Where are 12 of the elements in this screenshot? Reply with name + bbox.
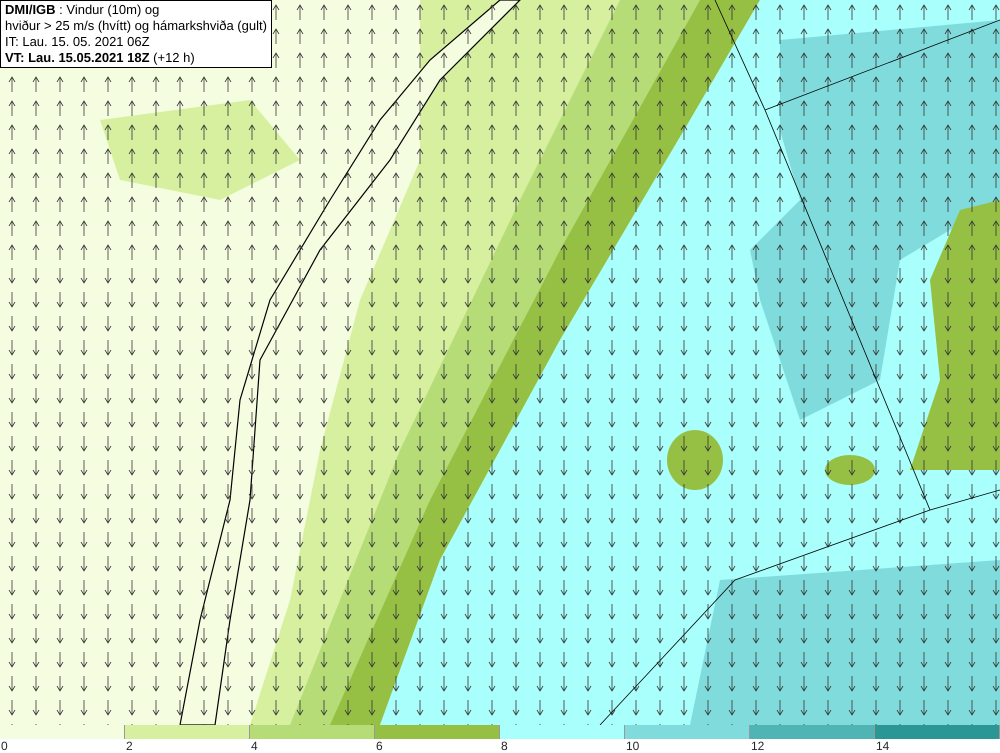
info-text: DMI/IGB : Vindur (10m) og: [5, 2, 160, 18]
info-text: IT: Lau. 15. 05. 2021 06Z: [5, 34, 151, 50]
info-text: hviður > 25 m/s (hvítt) og hámarkshviða (gult): [5, 18, 267, 34]
legend-label: 14: [875, 739, 890, 753]
legend-label: 6: [375, 739, 383, 753]
legend-label: 0: [0, 739, 8, 753]
info-text: VT: Lau. 15.05.2021 18Z (+12 h): [5, 50, 196, 66]
legend-label: 2: [125, 739, 133, 753]
legend-label: 8: [500, 739, 508, 753]
legend-label: 4: [250, 739, 258, 753]
legend-label: 12: [750, 739, 764, 753]
legend-label: 10: [625, 739, 640, 753]
